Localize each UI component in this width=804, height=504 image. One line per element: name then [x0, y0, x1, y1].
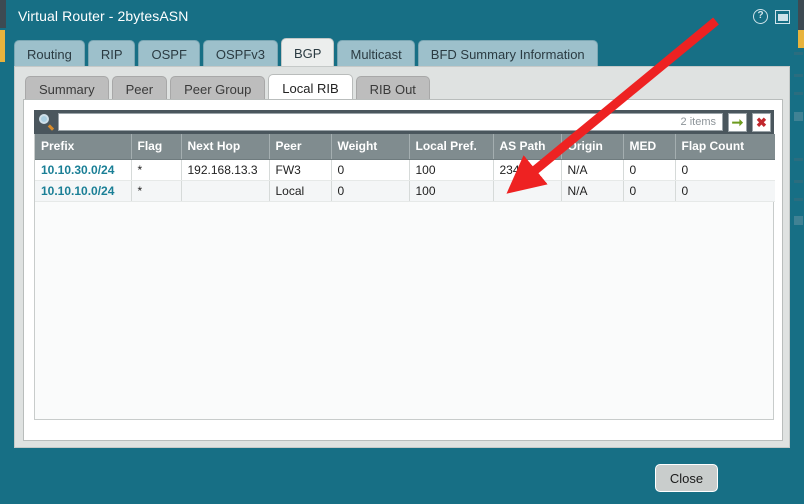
cell-prefix[interactable]: 10.10.30.0/24 — [35, 159, 131, 180]
tab-label: RIP — [101, 47, 123, 62]
tab-ospf[interactable]: OSPF — [138, 40, 199, 68]
column-header-next-hop[interactable]: Next Hop — [181, 134, 269, 159]
window-restore-icon[interactable] — [775, 10, 790, 24]
tab-routing[interactable]: Routing — [14, 40, 85, 68]
dialog-window: Virtual Router - 2bytesASN ? Routing RIP O… — [0, 0, 804, 504]
background-page-sliver-right — [798, 0, 804, 30]
tab-ospfv3[interactable]: OSPFv3 — [203, 40, 278, 68]
cell-peer: Local — [269, 180, 331, 201]
tab-bgp[interactable]: BGP — [281, 38, 334, 68]
cell-as-path: 23456 — [493, 159, 561, 180]
search-input[interactable] — [58, 113, 678, 131]
close-button[interactable]: Close — [655, 464, 718, 492]
cell-weight: 0 — [331, 180, 409, 201]
subtab-label: Local RIB — [282, 81, 338, 96]
column-header-prefix[interactable]: Prefix — [35, 134, 131, 159]
subtab-peer[interactable]: Peer — [112, 76, 167, 101]
table-header-row: PrefixFlagNext HopPeerWeightLocal Pref.A… — [35, 134, 775, 159]
cell-next-hop — [181, 180, 269, 201]
cell-flap-count: 0 — [675, 180, 775, 201]
cell-flag: * — [131, 180, 181, 201]
cell-prefix[interactable]: 10.10.10.0/24 — [35, 180, 131, 201]
search-icon — [38, 113, 56, 131]
background-accent-sliver-left — [0, 30, 5, 62]
tab-label: BGP — [294, 46, 321, 61]
page-title: Virtual Router - 2bytesASN — [18, 8, 188, 24]
tab-bar: RoutingRIPOSPFOSPFv3BGPMulticastBFD Summ… — [14, 36, 514, 68]
column-header-flap-count[interactable]: Flap Count — [675, 134, 775, 159]
cell-peer: FW3 — [269, 159, 331, 180]
tab-label: OSPF — [151, 47, 186, 62]
tab-label: BFD Summary Information — [431, 47, 585, 62]
tab-bfd-summary-information[interactable]: BFD Summary Information — [418, 40, 598, 68]
tab-label: Routing — [27, 47, 72, 62]
subtab-label: Peer — [126, 82, 153, 97]
cell-weight: 0 — [331, 159, 409, 180]
background-content-peek — [794, 30, 804, 230]
cell-med: 0 — [623, 159, 675, 180]
rib-grid: PrefixFlagNext HopPeerWeightLocal Pref.A… — [34, 134, 774, 420]
tab-label: Multicast — [350, 47, 401, 62]
column-header-as-path[interactable]: AS Path — [493, 134, 561, 159]
column-header-weight[interactable]: Weight — [331, 134, 409, 159]
cell-origin: N/A — [561, 180, 623, 201]
tab-rip[interactable]: RIP — [88, 40, 136, 68]
local-rib-card: 2 items ➞ ✖ PrefixFlagNext HopPeerWeight… — [23, 99, 783, 441]
help-circle-icon[interactable]: ? — [753, 9, 768, 24]
prefix-link[interactable]: 10.10.10.0/24 — [41, 184, 114, 198]
cell-local-pref: 100 — [409, 159, 493, 180]
red-x-icon[interactable]: ✖ — [752, 113, 771, 132]
table-body: 10.10.30.0/24*192.168.13.3FW3010023456N/… — [35, 159, 775, 201]
column-header-local-pref[interactable]: Local Pref. — [409, 134, 493, 159]
subtab-peer-group[interactable]: Peer Group — [170, 76, 265, 101]
sub-tab-bar: Summary Peer Peer Group Local RIB RIB Out — [25, 73, 433, 101]
cell-flag: * — [131, 159, 181, 180]
grid-toolbar: 2 items ➞ ✖ — [34, 110, 774, 134]
cell-local-pref: 100 — [409, 180, 493, 201]
title-bar-icons: ? — [753, 9, 790, 24]
cell-flap-count: 0 — [675, 159, 775, 180]
table-row[interactable]: 10.10.10.0/24*Local0100N/A00 — [35, 180, 775, 201]
dialog-footer: Close — [0, 455, 804, 504]
title-bar: Virtual Router - 2bytesASN ? — [6, 4, 798, 30]
subtab-label: RIB Out — [370, 82, 416, 97]
tab-multicast[interactable]: Multicast — [337, 40, 414, 68]
subtab-label: Summary — [39, 82, 95, 97]
subtab-label: Peer Group — [184, 82, 251, 97]
column-header-flag[interactable]: Flag — [131, 134, 181, 159]
subtab-rib-out[interactable]: RIB Out — [356, 76, 430, 101]
column-header-med[interactable]: MED — [623, 134, 675, 159]
subtab-summary[interactable]: Summary — [25, 76, 109, 101]
table-head: PrefixFlagNext HopPeerWeightLocal Pref.A… — [35, 134, 775, 159]
table-row[interactable]: 10.10.30.0/24*192.168.13.3FW3010023456N/… — [35, 159, 775, 180]
cell-next-hop: 192.168.13.3 — [181, 159, 269, 180]
item-count-label: 2 items — [677, 113, 723, 131]
prefix-link[interactable]: 10.10.30.0/24 — [41, 163, 114, 177]
content-panel: Summary Peer Peer Group Local RIB RIB Out 2 … — [14, 66, 790, 448]
cell-as-path — [493, 180, 561, 201]
cell-med: 0 — [623, 180, 675, 201]
subtab-local-rib[interactable]: Local RIB — [268, 74, 352, 101]
column-header-origin[interactable]: Origin — [561, 134, 623, 159]
tab-label: OSPFv3 — [216, 47, 265, 62]
column-header-peer[interactable]: Peer — [269, 134, 331, 159]
green-arrow-icon[interactable]: ➞ — [728, 113, 747, 132]
cell-origin: N/A — [561, 159, 623, 180]
local-rib-table: PrefixFlagNext HopPeerWeightLocal Pref.A… — [35, 134, 775, 202]
